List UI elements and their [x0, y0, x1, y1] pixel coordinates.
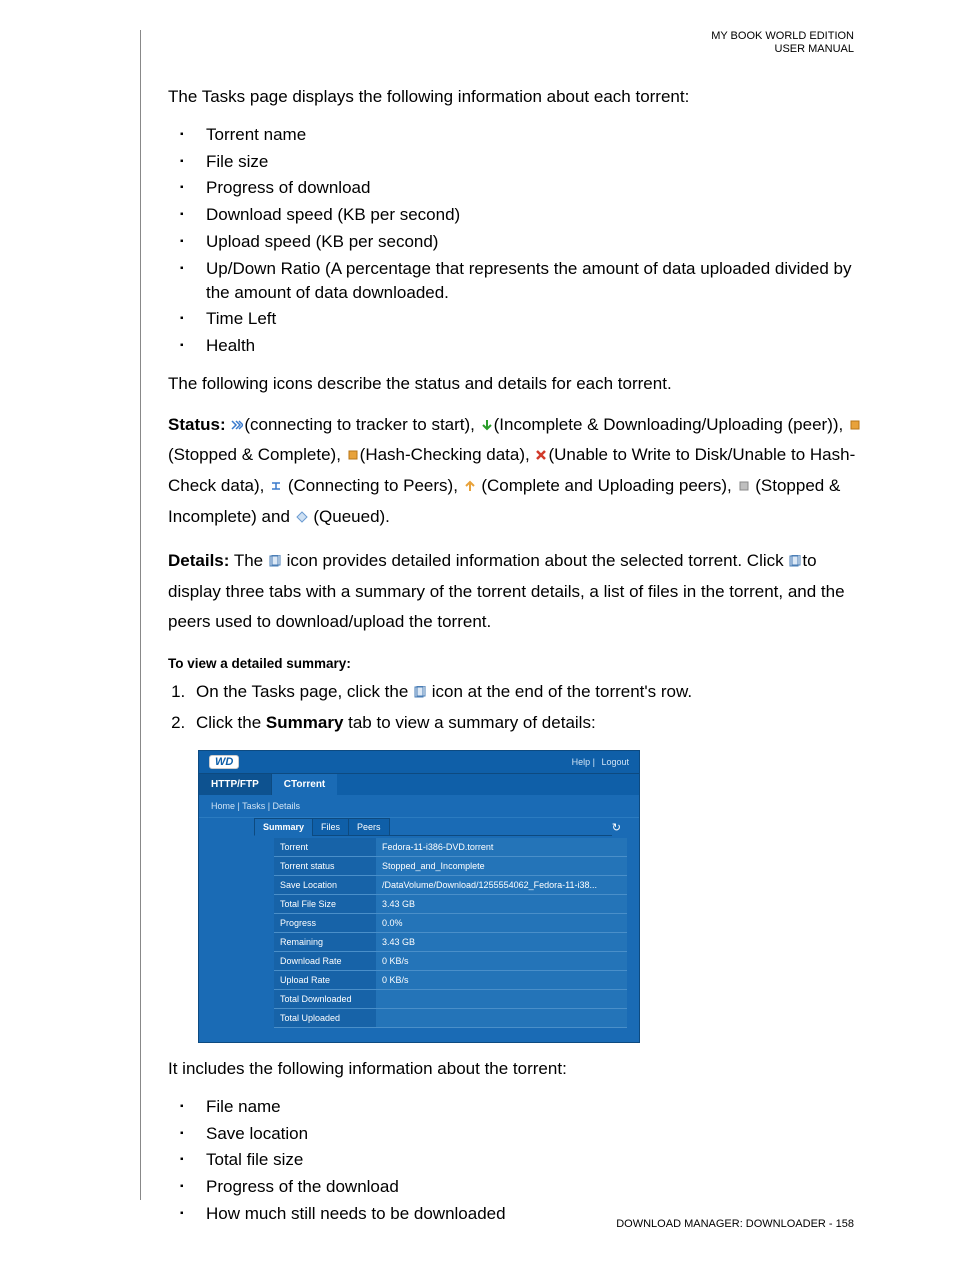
row-value — [376, 1009, 627, 1027]
list-item: Torrent name — [198, 123, 868, 147]
step-1: On the Tasks page, click the icon at the… — [190, 679, 868, 705]
row-value: 0 KB/s — [376, 971, 627, 989]
details-icon — [789, 555, 801, 567]
subtab-peers[interactable]: Peers — [348, 818, 390, 836]
breadcrumb: Home | Tasks | Details — [199, 795, 639, 818]
row-label: Remaining — [274, 933, 376, 951]
row-value: 0 KB/s — [376, 952, 627, 970]
row-label: Total Uploaded — [274, 1009, 376, 1027]
row-label: Progress — [274, 914, 376, 932]
list-item: Time Left — [198, 307, 868, 331]
logout-link[interactable]: Logout — [601, 757, 629, 767]
connecting-peers-icon — [270, 480, 282, 492]
list-item: Total file size — [198, 1148, 868, 1172]
subheading: To view a detailed summary: — [168, 656, 868, 671]
list-item: Progress of the download — [198, 1175, 868, 1199]
subtab-summary[interactable]: Summary — [254, 818, 313, 836]
list-item: Upload speed (KB per second) — [198, 230, 868, 254]
list-item: Download speed (KB per second) — [198, 203, 868, 227]
row-label: Upload Rate — [274, 971, 376, 989]
torrent-info-list: File name Save location Total file size … — [168, 1095, 868, 1226]
list-item: File size — [198, 150, 868, 174]
stopped-incomplete-icon — [738, 480, 750, 492]
details-label: Details: — [168, 551, 229, 570]
row-value: 0.0% — [376, 914, 627, 932]
row-label: Total File Size — [274, 895, 376, 913]
row-label: Download Rate — [274, 952, 376, 970]
subtab-files[interactable]: Files — [312, 818, 349, 836]
step-2: Click the Summary tab to view a summary … — [190, 710, 868, 736]
connecting-tracker-icon — [231, 419, 243, 431]
icons-intro: The following icons describe the status … — [168, 372, 868, 396]
details-paragraph: Details: The icon provides detailed info… — [168, 546, 868, 638]
header-line-2: USER MANUAL — [711, 43, 854, 56]
embedded-screenshot: WD Help | Logout HTTP/FTP CTorrent Home … — [198, 750, 640, 1043]
stopped-complete-icon — [849, 419, 861, 431]
list-item: Health — [198, 334, 868, 358]
list-item: File name — [198, 1095, 868, 1119]
page-footer: DOWNLOAD MANAGER: DOWNLOADER - 158 — [616, 1218, 854, 1230]
list-item: Save location — [198, 1122, 868, 1146]
top-links: Help | Logout — [568, 757, 629, 767]
after-screenshot-text: It includes the following information ab… — [168, 1057, 868, 1081]
details-icon — [414, 686, 426, 698]
intro-text: The Tasks page displays the following in… — [168, 85, 868, 109]
steps-list: On the Tasks page, click the icon at the… — [168, 679, 868, 736]
list-item: Up/Down Ratio (A percentage that represe… — [198, 257, 868, 305]
unable-write-icon — [535, 449, 547, 461]
row-label: Save Location — [274, 876, 376, 894]
row-value: Fedora-11-i386-DVD.torrent — [376, 838, 627, 856]
row-value: 3.43 GB — [376, 933, 627, 951]
wd-logo: WD — [209, 755, 239, 769]
header-line-1: MY BOOK WORLD EDITION — [711, 30, 854, 43]
refresh-icon[interactable]: ↻ — [612, 821, 627, 836]
status-label: Status: — [168, 415, 226, 434]
row-value — [376, 990, 627, 1008]
row-label: Torrent status — [274, 857, 376, 875]
row-value: 3.43 GB — [376, 895, 627, 913]
row-label: Total Downloaded — [274, 990, 376, 1008]
row-label: Torrent — [274, 838, 376, 856]
tasks-info-list: Torrent name File size Progress of downl… — [168, 123, 868, 358]
tab-http-ftp[interactable]: HTTP/FTP — [199, 774, 272, 795]
queued-icon — [296, 511, 308, 523]
help-link[interactable]: Help — [572, 757, 591, 767]
status-paragraph: Status: (connecting to tracker to start)… — [168, 410, 868, 532]
summary-table: TorrentFedora-11-i386-DVD.torrent Torren… — [274, 838, 627, 1028]
vertical-rule — [140, 30, 141, 1200]
row-value: /DataVolume/Download/1255554062_Fedora-1… — [376, 876, 627, 894]
tab-ctorrent[interactable]: CTorrent — [272, 774, 337, 795]
hash-checking-icon — [347, 449, 359, 461]
list-item: Progress of download — [198, 176, 868, 200]
page-header: MY BOOK WORLD EDITION USER MANUAL — [711, 30, 854, 56]
row-value: Stopped_and_Incomplete — [376, 857, 627, 875]
details-icon — [269, 555, 281, 567]
complete-uploading-icon — [464, 480, 476, 492]
incomplete-downloading-icon — [481, 419, 493, 431]
